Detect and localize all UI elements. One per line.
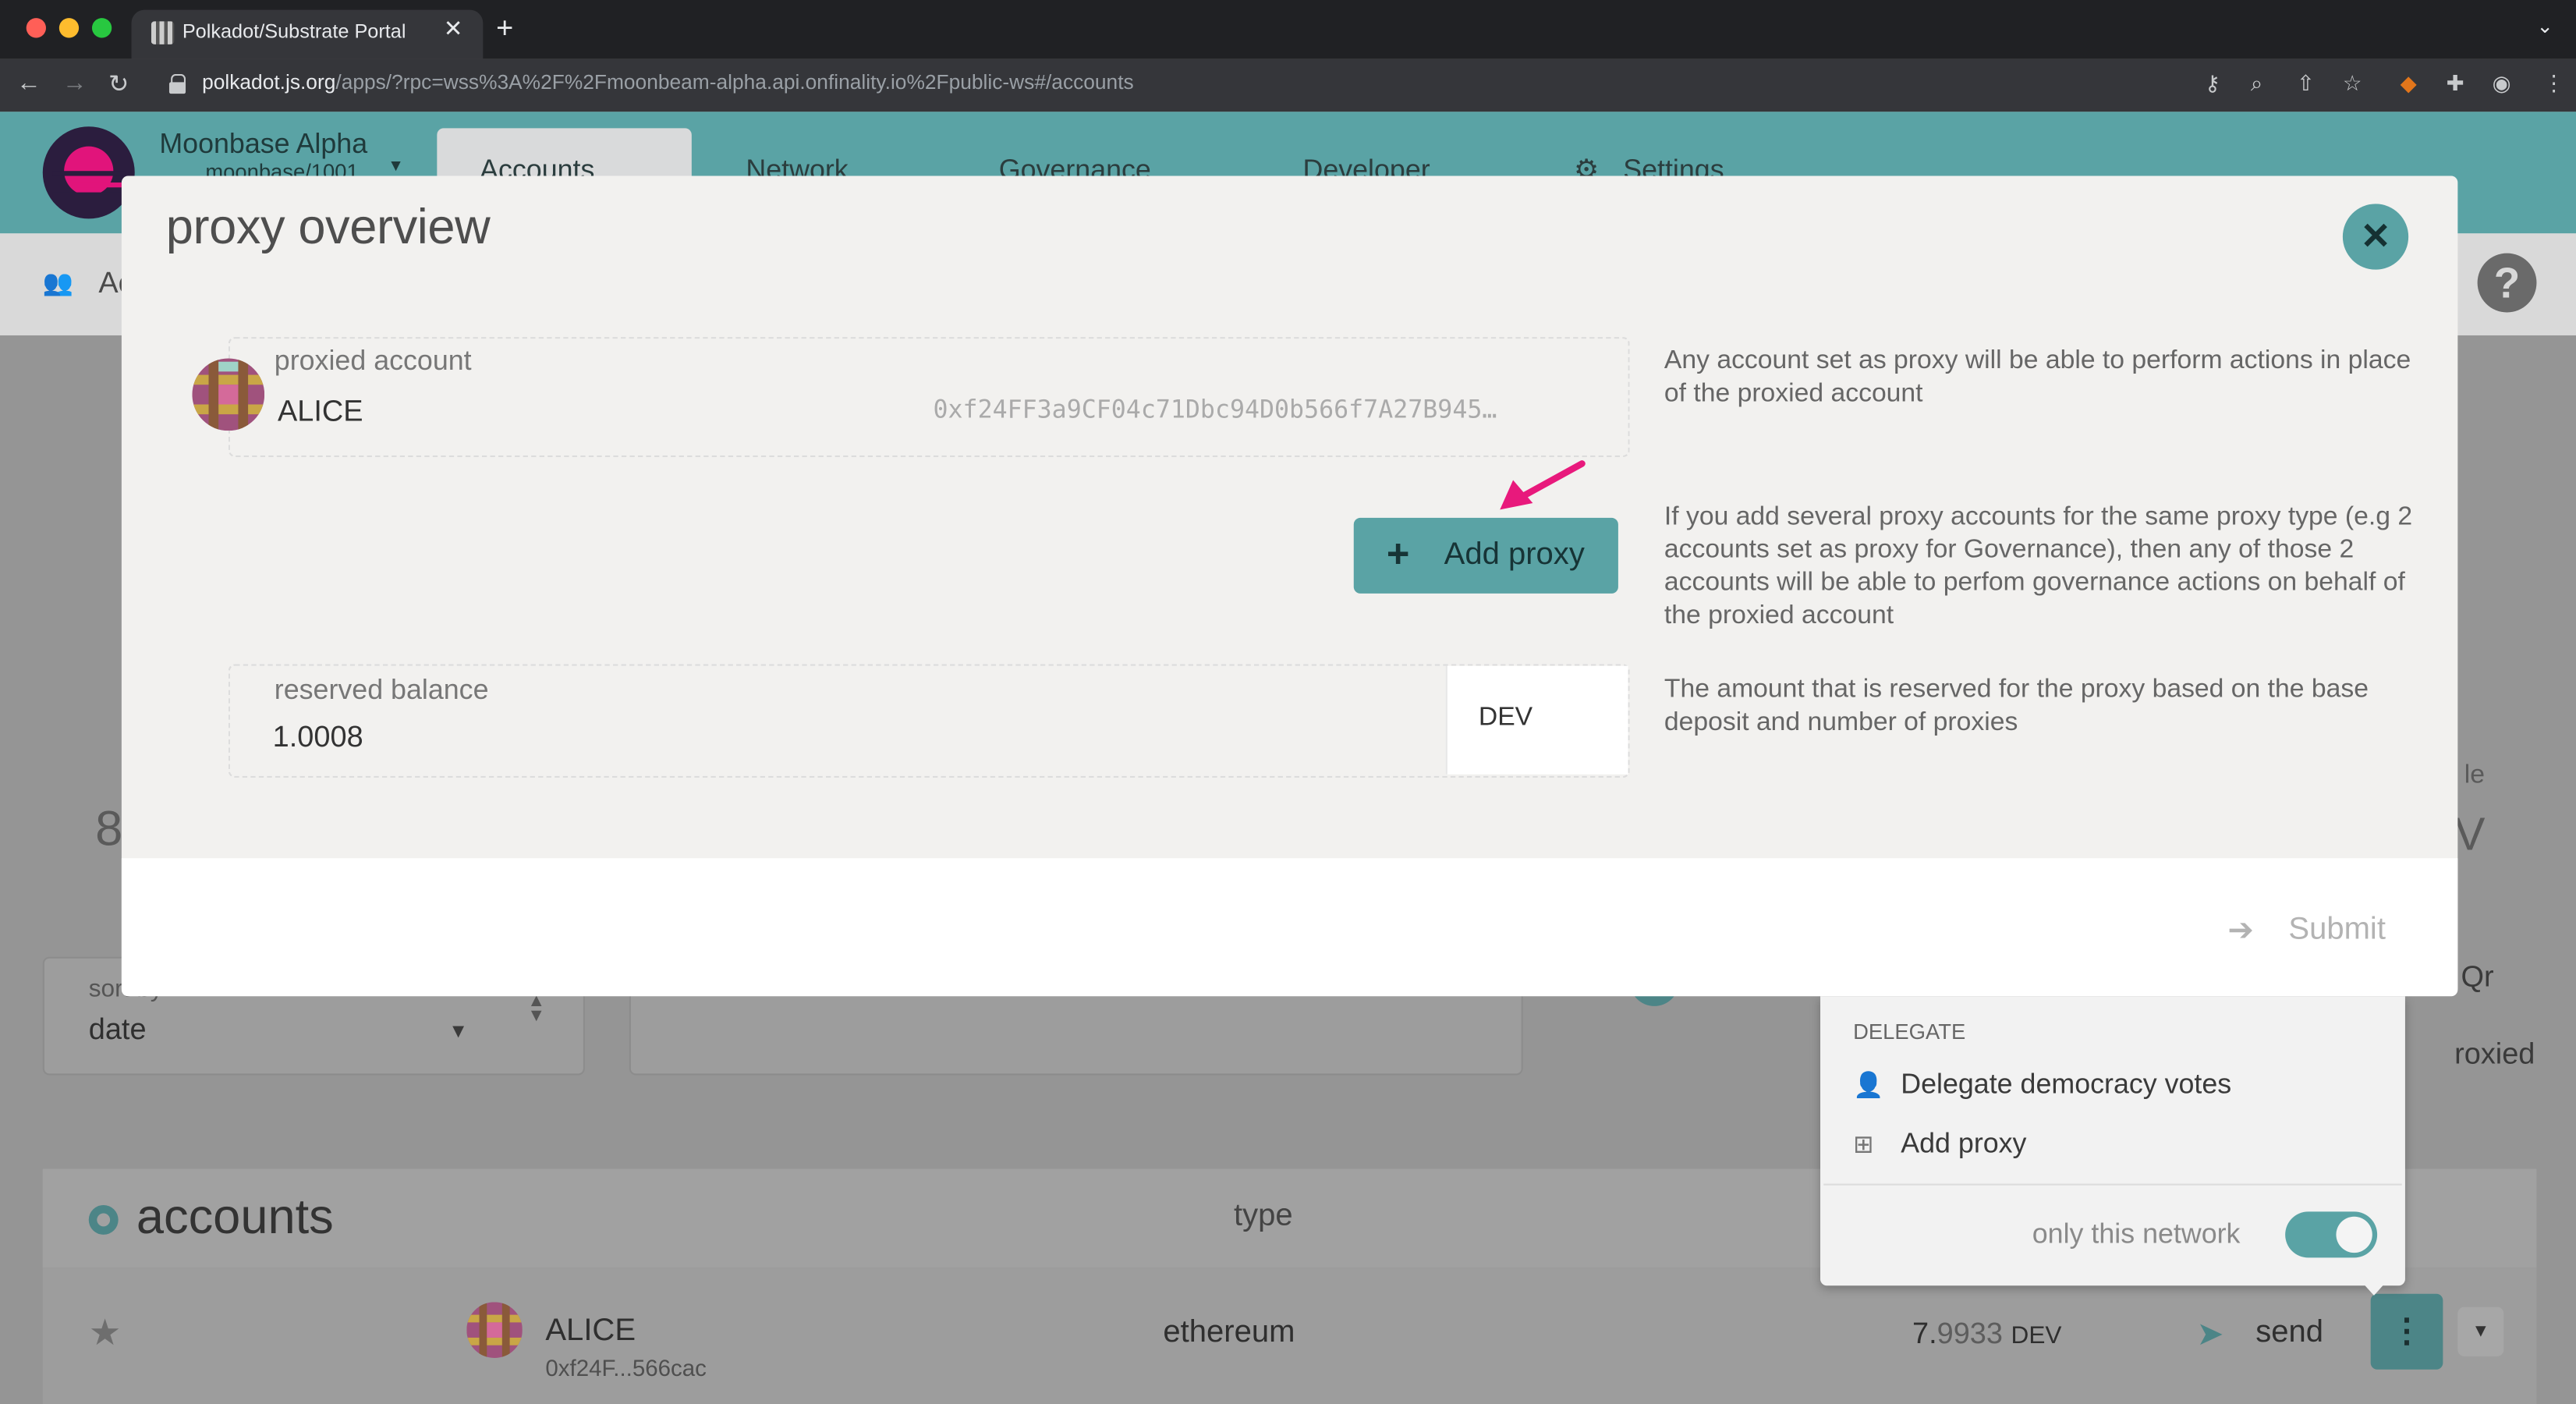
user-plus-icon: 👤 [1853, 1072, 1884, 1101]
summary-value-fragment: 8 [95, 802, 123, 857]
modal-footer [121, 858, 2458, 997]
reserved-balance-help: The amount that is reserved for the prox… [1664, 675, 2369, 737]
add-proxy-label: Add proxy [1444, 537, 1585, 573]
summary-label-fragment: le [2464, 760, 2485, 789]
pink-arrow-icon [1500, 460, 1586, 510]
url-text[interactable]: polkadot.js.org/apps/?rpc=wss%3A%2F%2Fmo… [202, 71, 1134, 94]
sort-chevron-icon[interactable]: ▼ [448, 1019, 468, 1043]
tab-search-chevron-icon[interactable]: ⌄ [2536, 15, 2553, 38]
type-column-header: type [1233, 1198, 1293, 1233]
lock-icon-body [168, 82, 186, 94]
chain-name[interactable]: Moonbase Alpha [159, 128, 367, 161]
sort-direction-icon[interactable]: ▲ ▼ [527, 992, 545, 1025]
reload-icon[interactable]: ↻ [108, 69, 129, 99]
proxied-account-avatar[interactable] [192, 358, 265, 431]
tab-favicon-icon [151, 21, 175, 44]
account-address[interactable]: 0xf24F...566cac [545, 1355, 707, 1381]
account-avatar[interactable] [466, 1302, 523, 1358]
send-button[interactable]: send [2255, 1315, 2323, 1351]
share-icon[interactable]: ⇧ [2297, 71, 2315, 98]
proxied-account-address: 0xf24FF3a9CF04c71Dbc94D0b566f7A27B945… [933, 394, 1497, 424]
profile-icon[interactable]: ◉ [2493, 71, 2511, 98]
only-this-network-label: only this network [2032, 1218, 2241, 1250]
forward-icon[interactable]: → [62, 69, 87, 98]
modal-title: proxy overview [165, 200, 491, 255]
sort-value[interactable]: date [89, 1012, 147, 1047]
submit-button[interactable]: Submit [2288, 913, 2386, 948]
menu-item-delegate-votes[interactable]: Delegate democracy votes [1901, 1069, 2231, 1101]
menu-pointer [2358, 1278, 2389, 1296]
minimize-window-icon[interactable] [58, 18, 80, 38]
menu-divider [1823, 1183, 2402, 1186]
browser-menu-icon[interactable]: ⋮ [2543, 71, 2564, 98]
menu-item-add-proxy[interactable]: Add proxy [1901, 1128, 2026, 1161]
accounts-section-icon [88, 1204, 119, 1235]
chain-chevron-icon[interactable]: ▼ [388, 158, 404, 176]
key-icon[interactable]: ⚷ [2205, 71, 2220, 98]
account-balance: 7.9933 DEV [1912, 1317, 2062, 1350]
close-icon[interactable]: ✕ [2342, 204, 2409, 270]
close-window-icon[interactable] [26, 18, 46, 38]
tab-close-icon[interactable]: ✕ [444, 15, 463, 43]
favorite-star-icon[interactable]: ★ [89, 1312, 122, 1355]
account-name[interactable]: ALICE [545, 1314, 636, 1349]
reserved-balance-unit: DEV [1478, 704, 1533, 732]
bookmark-star-icon[interactable]: ☆ [2343, 71, 2362, 98]
extensions-puzzle-icon[interactable]: ✚ [2447, 71, 2464, 98]
metamask-fox-icon[interactable]: ◆ [2401, 71, 2417, 98]
add-proxy-help: If you add several proxy accounts for th… [1664, 502, 2413, 630]
send-paper-plane-icon[interactable]: ➤ [2196, 1314, 2223, 1355]
accounts-title: accounts [136, 1190, 334, 1245]
reserved-balance-label: reserved balance [274, 674, 489, 706]
summary-unit-fragment: V [2454, 809, 2486, 860]
zoom-icon[interactable]: ⌕ [2251, 71, 2262, 98]
new-tab-icon[interactable]: + [496, 12, 513, 46]
back-icon[interactable]: ← [16, 69, 41, 98]
expand-row-chevron-icon[interactable]: ▼ [2457, 1306, 2504, 1356]
only-this-network-toggle[interactable] [2285, 1211, 2378, 1258]
account-type: ethereum [1163, 1315, 1295, 1350]
more-actions-button[interactable]: ⋮ [2370, 1293, 2443, 1370]
reserved-balance-value: 1.0008 [272, 720, 363, 753]
add-via-qr-fragment[interactable]: Qr [2461, 960, 2494, 994]
add-proxy-button[interactable]: + Add proxy [1353, 517, 1618, 594]
tab-title: Polkadot/Substrate Portal [182, 20, 406, 43]
proxied-account-label: proxied account [274, 345, 472, 377]
plus-icon: + [1386, 532, 1410, 577]
users-icon: 👥 [42, 269, 74, 298]
sign-in-icon: ➔ [2227, 913, 2254, 949]
sitemap-icon: ⊞ [1853, 1131, 1874, 1159]
reserved-balance-unit-box [1445, 665, 1628, 775]
help-icon[interactable]: ? [2477, 253, 2537, 313]
menu-section-delegate: DELEGATE [1853, 1019, 1966, 1044]
maximize-window-icon[interactable] [91, 18, 112, 38]
add-proxied-fragment[interactable]: roxied [2454, 1037, 2535, 1072]
proxied-account-help: Any account set as proxy will be able to… [1664, 346, 2411, 408]
proxied-account-name: ALICE [278, 394, 363, 428]
